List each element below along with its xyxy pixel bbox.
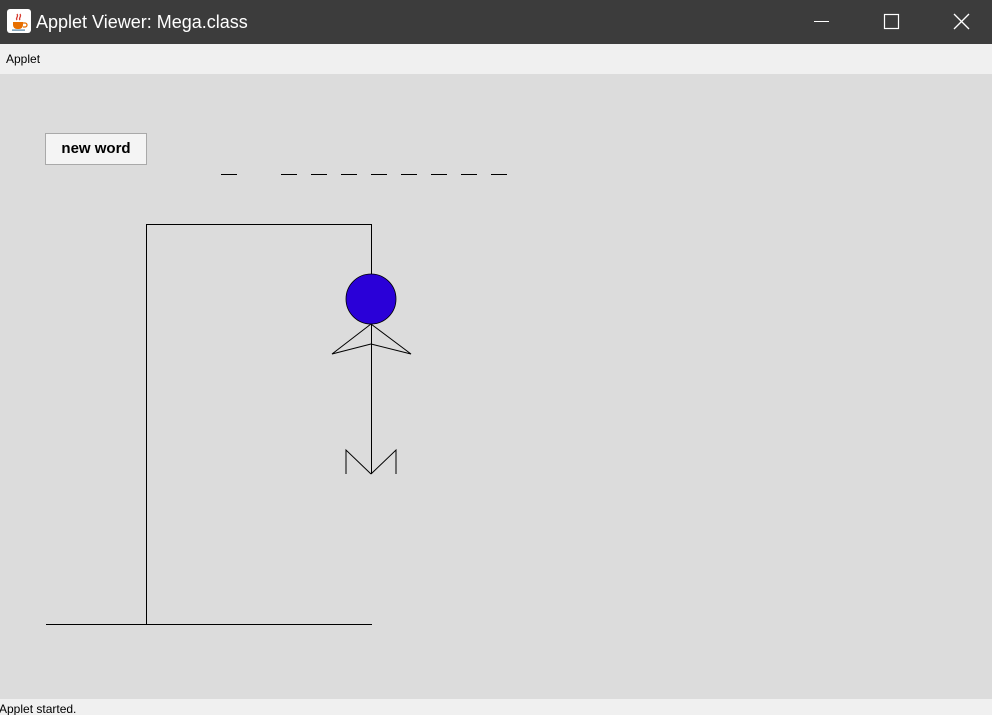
title-bar[interactable]: Applet Viewer: Mega.class [0, 0, 992, 44]
minimize-icon [814, 21, 829, 22]
status-text: Applet started. [0, 702, 77, 715]
maximize-icon [883, 13, 900, 30]
hangman-head [345, 273, 397, 325]
close-button[interactable] [938, 0, 984, 44]
close-icon [953, 13, 970, 30]
applet-viewer-window: Applet Viewer: Mega.class Applet new wor… [0, 0, 992, 715]
hangman-drawing [46, 174, 507, 625]
gallows [46, 224, 372, 625]
menu-applet[interactable]: Applet [6, 51, 40, 67]
window-title: Applet Viewer: Mega.class [36, 12, 248, 32]
menu-bar: Applet [0, 44, 992, 74]
hangman-figure [331, 273, 412, 475]
hangman-right-arm [370, 323, 412, 355]
applet-canvas: new word [0, 74, 992, 699]
new-word-button[interactable]: new word [45, 133, 147, 165]
status-bar: Applet started. [0, 699, 992, 715]
maximize-button[interactable] [868, 0, 914, 44]
minimize-button[interactable] [798, 0, 844, 44]
hangman-left-arm [331, 323, 372, 355]
hangman-left-leg [345, 448, 372, 475]
java-coffee-cup-icon [7, 9, 31, 33]
hangman-right-leg [370, 448, 397, 475]
